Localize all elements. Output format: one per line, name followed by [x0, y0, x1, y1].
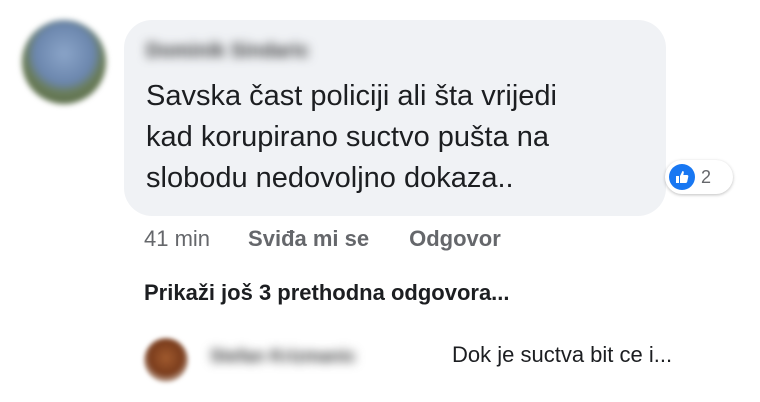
comment-text: Savska čast policiji ali šta vrijedi kad… — [146, 76, 646, 199]
reaction-summary[interactable]: 2 — [665, 160, 733, 194]
show-previous-replies-link[interactable]: Prikaži još 3 prethodna odgovora... — [144, 280, 510, 306]
comment-bubble: Dominik Sindaric Savska čast policiji al… — [124, 20, 666, 216]
comment-text-line: Savska čast policiji ali šta vrijedi — [146, 80, 557, 112]
thumbs-up-icon — [669, 164, 695, 190]
reply-button[interactable]: Odgovor — [409, 226, 501, 252]
reply-avatar[interactable] — [144, 338, 188, 382]
comment-timestamp[interactable]: 41 min — [144, 226, 210, 252]
comment-avatar[interactable] — [22, 20, 106, 104]
reply-author[interactable]: Stefan Krizmanic — [210, 346, 446, 368]
comment-text-line: kad korupirano suctvo pušta na — [146, 121, 550, 153]
comment-text-line: slobodu nedovoljno dokaza.. — [146, 162, 514, 194]
comment-author[interactable]: Dominik Sindaric — [146, 40, 372, 66]
like-button[interactable]: Sviđa mi se — [248, 226, 369, 252]
reply-preview[interactable]: Dok je suctva bit ce i... — [452, 342, 672, 368]
reply-row[interactable]: Stefan Krizmanic Dok je suctva bit ce i.… — [144, 330, 744, 386]
reaction-count: 2 — [701, 166, 712, 187]
comment-actions: 41 min Sviđa mi se Odgovor — [144, 224, 501, 254]
